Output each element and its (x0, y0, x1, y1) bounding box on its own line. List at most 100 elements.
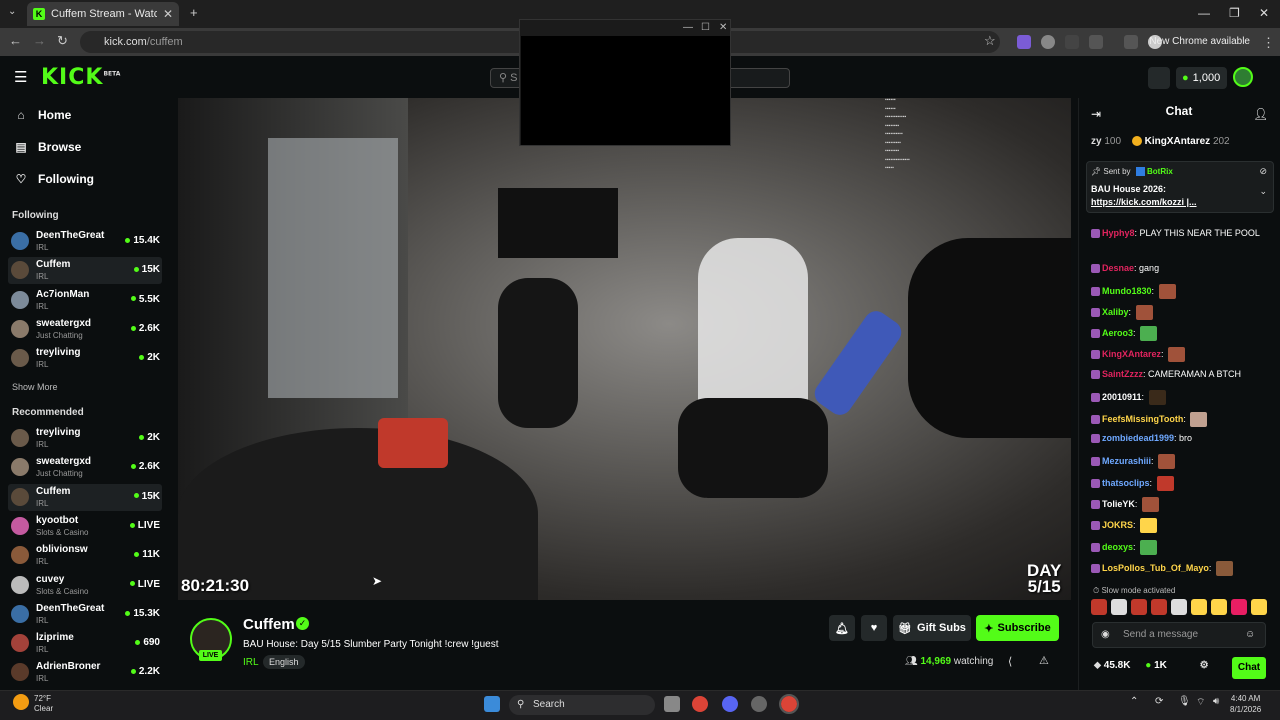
chat-message[interactable]: Mundo1830: (1091, 284, 1271, 299)
chat-message[interactable]: SaintZzzz: CAMERAMAN A BTCH (1091, 369, 1271, 380)
quick-emote-icon[interactable] (1091, 599, 1107, 615)
bookmark-star-icon[interactable]: ☆ (984, 33, 996, 49)
nav-browse[interactable]: ▤ Browse (14, 140, 81, 154)
chat-users-icon[interactable]: 👤︎ (1253, 107, 1268, 121)
sidebar-channel[interactable]: cuvey Slots & Casino LIVE (8, 572, 162, 599)
popup-maximize-icon[interactable]: ☐ (701, 22, 710, 33)
chat-message[interactable]: Desnae: gang (1091, 263, 1271, 274)
minimize-icon[interactable]: — (1198, 6, 1210, 20)
sidebar-channel[interactable]: sweatergxd Just Chatting 2.6K (8, 316, 162, 343)
weather-widget[interactable]: 72°F Clear (34, 694, 53, 714)
follow-heart-button[interactable]: ♥ (861, 615, 887, 641)
stream-category[interactable]: IRL (243, 657, 259, 668)
sidebar-channel[interactable]: Cuffem IRL 15K (8, 257, 162, 285)
sidebar-channel[interactable]: Cuffem IRL 15K (8, 483, 162, 511)
chat-username[interactable]: Mundo1830 (1102, 286, 1152, 296)
quick-emote-icon[interactable] (1251, 599, 1267, 615)
chat-settings-gear-icon[interactable]: ⚙ (1200, 660, 1209, 671)
tray-chevron-icon[interactable]: ⌃ (1130, 696, 1138, 707)
chat-message[interactable]: FeefsMissingTooth: (1091, 412, 1271, 427)
chat-message[interactable]: deoxys: (1091, 540, 1271, 555)
weather-icon[interactable] (13, 694, 29, 710)
sidebar-channel[interactable]: sweatergxd Just Chatting 2.6K (8, 454, 162, 481)
nav-home[interactable]: ⌂ Home (14, 108, 71, 122)
send-chat-button[interactable]: Chat (1232, 657, 1266, 679)
chrome-icon[interactable] (692, 696, 708, 712)
chat-message[interactable]: LosPollos_Tub_Of_Mayo: (1091, 561, 1271, 576)
back-icon[interactable]: ← (9, 33, 22, 48)
gift-subs-button[interactable]: 🎁︎ Gift Subs (893, 615, 971, 641)
chat-message[interactable]: Xaliby: (1091, 305, 1271, 320)
app-icon[interactable] (751, 696, 767, 712)
chat-username[interactable]: Hyphy8 (1102, 228, 1135, 238)
chrome-menu-icon[interactable]: ⋮ (1262, 35, 1275, 51)
sidebar-channel[interactable]: Ac7ionMan IRL 5.5K (8, 287, 162, 314)
chat-username[interactable]: Desnae (1102, 263, 1134, 273)
expand-chevron-icon[interactable]: ⌄ (1259, 186, 1267, 197)
new-chrome-available[interactable]: New Chrome available (1149, 36, 1250, 47)
hamburger-menu-icon[interactable]: ☰ (14, 68, 27, 86)
tray-sync-icon[interactable]: ⟳ (1155, 696, 1163, 707)
sidebar-channel[interactable]: treyliving IRL 2K (8, 425, 162, 452)
sidebar-channel[interactable]: kyootbot Slots & Casino LIVE (8, 513, 162, 540)
extension-icon[interactable] (1041, 35, 1055, 49)
windows-start-icon[interactable] (484, 696, 500, 712)
close-window-icon[interactable]: ✕ (1259, 6, 1269, 20)
extensions-puzzle-icon[interactable] (1089, 35, 1103, 49)
video-player[interactable] (178, 98, 1071, 600)
kick-logo[interactable]: KICKBETA (41, 65, 120, 90)
chrome-active-icon[interactable] (779, 694, 799, 714)
share-icon[interactable]: ⟨ (1008, 655, 1012, 668)
chat-message[interactable]: TolieYK: (1091, 497, 1271, 512)
quick-emote-icon[interactable] (1151, 599, 1167, 615)
sidebar-channel[interactable]: treyliving IRL 2K (8, 345, 162, 372)
chat-message[interactable]: Hyphy8: PLAY THIS NEAR THE POOL (1091, 228, 1271, 239)
discord-icon[interactable] (722, 696, 738, 712)
popup-window[interactable]: — ☐ ✕ (519, 19, 731, 146)
chat-message[interactable]: KingXAntarez: (1091, 347, 1271, 362)
popup-close-icon[interactable]: ✕ (719, 22, 727, 33)
pinned-link[interactable]: https://kick.com/kozzi |... (1091, 197, 1197, 207)
tab-close-icon[interactable]: ✕ (163, 7, 173, 21)
chat-username[interactable]: zombiedead1999 (1102, 433, 1174, 443)
restore-icon[interactable]: ❐ (1229, 6, 1240, 20)
chat-username[interactable]: JOKRS (1102, 520, 1133, 530)
chat-username[interactable]: Aeroo3 (1102, 328, 1133, 338)
chat-username[interactable]: Xaliby (1102, 307, 1129, 317)
taskbar-search[interactable]: ⚲ Search (509, 695, 655, 715)
chat-settings-badge-icon[interactable]: ◉ (1101, 629, 1110, 640)
report-icon[interactable]: ⚠ (1039, 654, 1049, 667)
nav-following[interactable]: ♡ Following (14, 172, 94, 186)
taskbar-clock[interactable]: 4:40 AM 8/1/2026 (1230, 693, 1261, 715)
sidebar-channel[interactable]: AdrienBroner IRL 2.2K (8, 659, 162, 686)
tab-search-icon[interactable]: ⌄ (8, 6, 16, 17)
chat-message[interactable]: Mezurashiii: (1091, 454, 1271, 469)
chat-message[interactable]: zombiedead1999: bro (1091, 433, 1271, 444)
kicks-balance[interactable]: ● 1,000 (1176, 67, 1227, 89)
sidebar-channel[interactable]: lziprime IRL 690 (8, 630, 162, 657)
quick-emote-icon[interactable] (1111, 599, 1127, 615)
quick-emote-icon[interactable] (1171, 599, 1187, 615)
chat-username[interactable]: LosPollos_Tub_Of_Mayo (1102, 563, 1209, 573)
chat-username[interactable]: FeefsMissingTooth (1102, 414, 1183, 424)
chat-message[interactable]: 20010911: (1091, 390, 1271, 405)
chat-username[interactable]: 20010911 (1102, 392, 1142, 402)
user-avatar[interactable] (1233, 67, 1253, 87)
subscribe-button[interactable]: ✦ Subscribe (976, 615, 1059, 641)
chat-message-input[interactable]: Send a message (1092, 622, 1266, 648)
chat-username[interactable]: KingXAntarez (1102, 349, 1161, 359)
volume-icon[interactable]: 🔊︎ (1213, 696, 1219, 707)
pinned-message[interactable]: 📌︎ Sent by BotRix BAU House 2026: https:… (1086, 161, 1274, 213)
microphone-icon[interactable]: 🎙︎ (1178, 696, 1191, 707)
chat-username[interactable]: deoxys (1102, 542, 1133, 552)
streamer-name[interactable]: Cuffem (243, 616, 295, 633)
unpin-icon[interactable]: ⊘ (1259, 166, 1267, 177)
extension-icon[interactable] (1017, 35, 1031, 49)
sidebar-channel[interactable]: oblivionsw IRL 11K (8, 542, 162, 569)
new-tab-icon[interactable]: + (190, 5, 198, 20)
chat-message[interactable]: JOKRS: (1091, 518, 1271, 533)
quick-emote-icon[interactable] (1231, 599, 1247, 615)
chat-message[interactable]: Aeroo3: (1091, 326, 1271, 341)
media-control-icon[interactable] (1124, 35, 1138, 49)
chat-username[interactable]: SaintZzzz (1102, 369, 1143, 379)
